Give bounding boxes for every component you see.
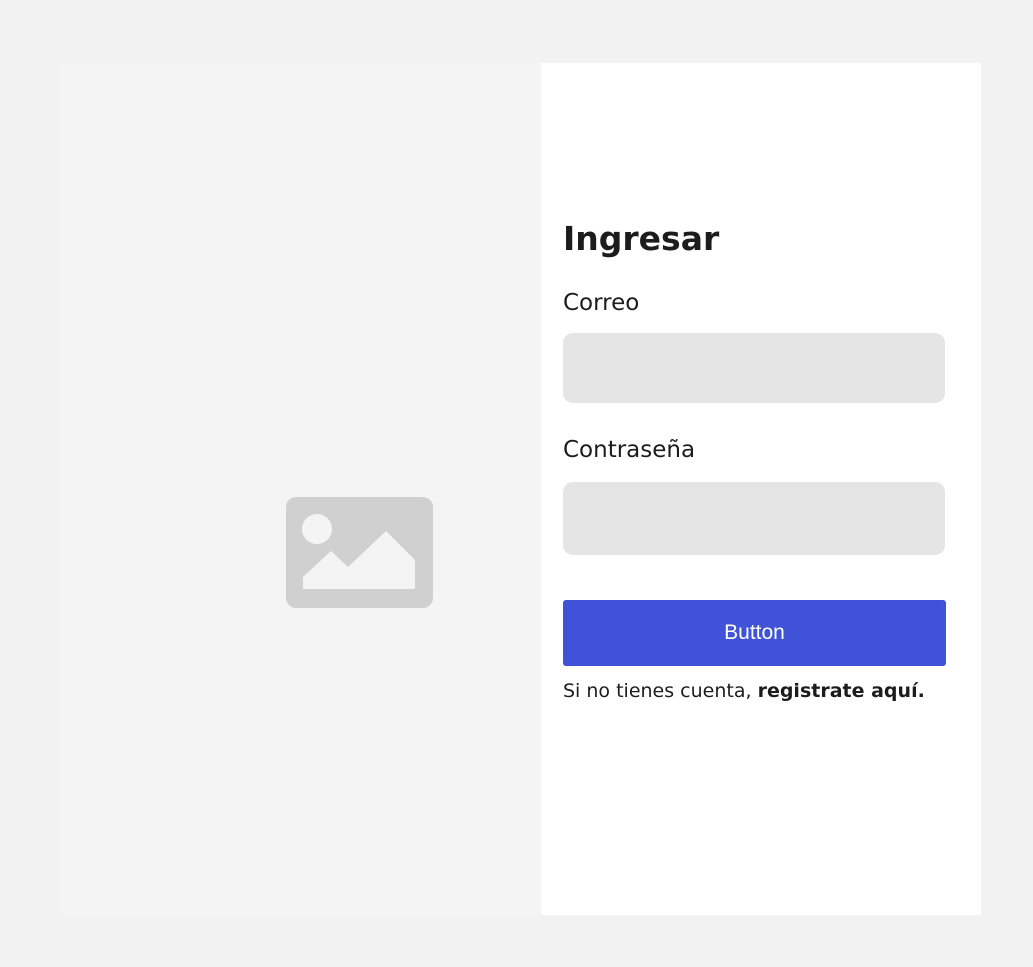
- image-panel: [59, 63, 541, 915]
- password-label: Contraseña: [563, 437, 696, 463]
- login-form: Ingresar Correo Contraseña Button Si no …: [541, 63, 981, 915]
- email-field[interactable]: [563, 333, 945, 403]
- password-field[interactable]: [563, 482, 945, 555]
- page-title: Ingresar: [563, 219, 720, 258]
- register-prompt: Si no tienes cuenta, registrate aquí.: [563, 677, 925, 705]
- register-prompt-text: Si no tienes cuenta,: [563, 680, 752, 702]
- image-placeholder-icon: [286, 497, 433, 608]
- email-label: Correo: [563, 290, 640, 316]
- login-card: Ingresar Correo Contraseña Button Si no …: [59, 63, 981, 915]
- submit-button[interactable]: Button: [563, 600, 946, 666]
- register-link[interactable]: registrate aquí.: [758, 680, 925, 702]
